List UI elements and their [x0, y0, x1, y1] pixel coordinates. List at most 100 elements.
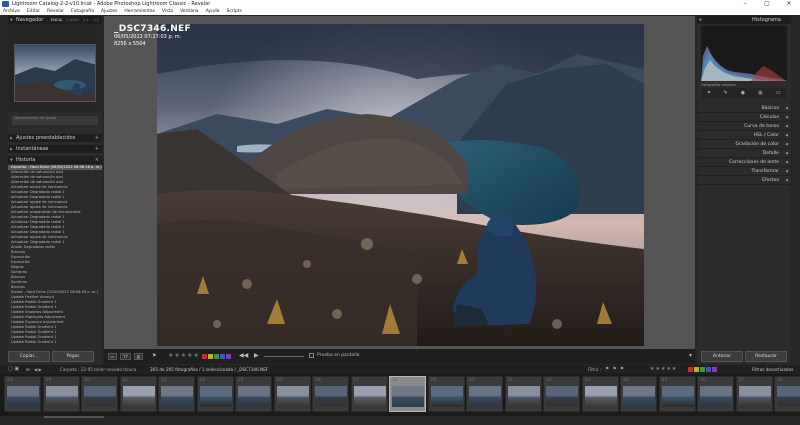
- yellow-label-icon[interactable]: [208, 354, 213, 359]
- image-canvas[interactable]: _DSC7346.NEF 06/05/2022 07:27:03 p. m. 8…: [104, 16, 695, 349]
- paste-settings-button[interactable]: Pegar: [52, 351, 94, 362]
- clear-history-icon[interactable]: ×: [95, 156, 99, 164]
- split-view-icon[interactable]: ▥: [134, 353, 143, 360]
- filmstrip-thumbnail[interactable]: 24: [235, 376, 272, 412]
- filmstrip-number: 27: [353, 378, 360, 383]
- menu-window[interactable]: Ventana: [180, 8, 198, 15]
- menu-develop[interactable]: Revelar: [47, 8, 64, 15]
- close-button[interactable]: ✕: [778, 0, 800, 8]
- masking-icon[interactable]: ◍: [758, 90, 762, 96]
- graduated-filter-icon[interactable]: ▭: [776, 90, 781, 96]
- flag-icon[interactable]: ⚑: [152, 353, 156, 359]
- section-efectos[interactable]: Efectos: [697, 176, 791, 185]
- grid-view-icon[interactable]: ⊞: [26, 365, 30, 374]
- add-preset-icon[interactable]: +: [95, 134, 99, 142]
- filmstrip-thumbnail[interactable]: 26: [312, 376, 349, 412]
- filter-preset-dropdown[interactable]: Filtros desactivados: [752, 365, 793, 374]
- snapshots-header[interactable]: Instantáneas +: [8, 145, 102, 153]
- filmstrip-thumbnail[interactable]: 28: [389, 376, 426, 412]
- filter-yellow-icon[interactable]: [694, 367, 699, 372]
- filmstrip-thumbnail[interactable]: 19: [42, 376, 80, 412]
- red-label-icon[interactable]: [202, 354, 207, 359]
- minimize-button[interactable]: –: [734, 0, 756, 8]
- star-rating[interactable]: ★★★★★: [168, 352, 200, 359]
- filmstrip-thumbnail[interactable]: 34: [620, 376, 657, 412]
- filter-flags-icon[interactable]: ⚑ ⚑ ⚑: [605, 365, 625, 374]
- menu-photo[interactable]: Fotografía: [71, 8, 94, 15]
- before-after-icon[interactable]: YY: [120, 353, 131, 360]
- section-gradación-de-color[interactable]: Gradación de color: [697, 140, 791, 149]
- navigator-header[interactable]: Navegador ENCAJ LLENO 1:1 1:1: [8, 16, 102, 24]
- histogram-header[interactable]: Histograma: [697, 16, 791, 24]
- section-hsl-color[interactable]: HSL / Color: [697, 131, 791, 140]
- copy-settings-button[interactable]: Copiar...: [8, 351, 50, 362]
- histogram-chart[interactable]: [701, 26, 787, 81]
- filter-stars[interactable]: ★★★★★: [650, 365, 677, 374]
- menu-edit[interactable]: Editar: [27, 8, 40, 15]
- filmstrip-thumbnail[interactable]: 36: [697, 376, 734, 412]
- zoom-ratio[interactable]: 1:1: [93, 16, 99, 24]
- filter-red-icon[interactable]: [688, 367, 693, 372]
- menu-scripts[interactable]: Scripts: [226, 8, 241, 15]
- spot-removal-icon[interactable]: ✎: [723, 90, 727, 96]
- section-curva-de-tonos[interactable]: Curva de tonos: [697, 122, 791, 131]
- filmstrip-thumbnail[interactable]: 20: [81, 376, 118, 412]
- left-panel-sections: Ajustes preestablecidos + Instantáneas + H…: [8, 134, 102, 345]
- secondary-display-icon[interactable]: ▢ ▣: [8, 365, 19, 374]
- section-detalle[interactable]: Detalle: [697, 149, 791, 158]
- nav-back-icon[interactable]: ◀ ▶: [34, 365, 42, 374]
- maximize-button[interactable]: ▢: [756, 0, 778, 8]
- menu-help[interactable]: Ayuda: [206, 8, 220, 15]
- section-cálculos[interactable]: Cálculos: [697, 113, 791, 122]
- zoom-1-1[interactable]: 1:1: [83, 16, 89, 24]
- filmstrip-thumbnail[interactable]: 23: [196, 376, 234, 412]
- photo-preview[interactable]: [157, 24, 644, 346]
- section-correcciones-de-lente[interactable]: Correcciones de lente: [697, 158, 791, 167]
- soft-proof-checkbox[interactable]: [309, 353, 314, 358]
- red-eye-icon[interactable]: ◉: [741, 90, 745, 96]
- adjustment-field[interactable]: Herramientas de ajuste: [12, 116, 98, 125]
- slideshow-play-icon[interactable]: ▶: [254, 352, 259, 359]
- presets-header[interactable]: Ajustes preestablecidos +: [8, 134, 102, 142]
- filmstrip-thumbnail[interactable]: 30: [466, 376, 503, 412]
- filmstrip-thumbnail[interactable]: 27: [350, 376, 388, 412]
- filmstrip-thumbnail[interactable]: 21: [119, 376, 157, 412]
- navigator-preview[interactable]: [14, 44, 96, 102]
- filmstrip-thumbnail[interactable]: 33: [581, 376, 619, 412]
- loupe-view-icon[interactable]: ▭: [108, 353, 117, 360]
- section-transformar[interactable]: Transformar: [697, 167, 791, 176]
- filmstrip-thumbnail[interactable]: 25: [273, 376, 311, 412]
- reset-button[interactable]: Restaurar: [745, 351, 787, 362]
- toolbar-menu-icon[interactable]: ▾: [689, 352, 692, 359]
- filter-purple-icon[interactable]: [712, 367, 717, 372]
- filmstrip-source[interactable]: Carpeta : 22-05 taller nevado toluca: [60, 365, 136, 374]
- filmstrip-thumbnail[interactable]: 22: [158, 376, 195, 412]
- filmstrip-thumbnail[interactable]: 32: [543, 376, 580, 412]
- menu-view[interactable]: Vista: [162, 8, 173, 15]
- filter-green-icon[interactable]: [700, 367, 705, 372]
- filmstrip-thumbnail[interactable]: 31: [504, 376, 542, 412]
- purple-label-icon[interactable]: [226, 354, 231, 359]
- add-snapshot-icon[interactable]: +: [95, 145, 99, 153]
- history-header[interactable]: Historia ×: [8, 156, 102, 164]
- filmstrip-thumbnail[interactable]: 18: [4, 376, 41, 412]
- filmstrip-thumbnail[interactable]: 38: [774, 376, 800, 412]
- section-básicos[interactable]: Básicos: [697, 104, 791, 113]
- filmstrip-scrollbar[interactable]: [44, 416, 104, 418]
- filmstrip-thumbnail[interactable]: 29: [427, 376, 465, 412]
- zoom-slider[interactable]: [264, 356, 304, 357]
- green-label-icon[interactable]: [214, 354, 219, 359]
- crop-tool-icon[interactable]: ⌗: [708, 90, 711, 96]
- zoom-fill[interactable]: LLENO: [66, 16, 78, 24]
- filmstrip-thumbnail[interactable]: 35: [658, 376, 696, 412]
- filter-blue-icon[interactable]: [706, 367, 711, 372]
- menu-settings[interactable]: Ajustes: [101, 8, 117, 15]
- history-item[interactable]: Update Radial Gradient 1: [8, 340, 102, 345]
- previous-button[interactable]: Anterior: [701, 351, 743, 362]
- blue-label-icon[interactable]: [220, 354, 225, 359]
- zoom-fit[interactable]: ENCAJ: [51, 16, 63, 24]
- menu-tools[interactable]: Herramientas: [124, 8, 155, 15]
- slideshow-prev-icon[interactable]: ◀◀: [239, 352, 248, 359]
- menu-file[interactable]: Archivo: [3, 8, 20, 15]
- filmstrip-thumbnail[interactable]: 37: [735, 376, 773, 412]
